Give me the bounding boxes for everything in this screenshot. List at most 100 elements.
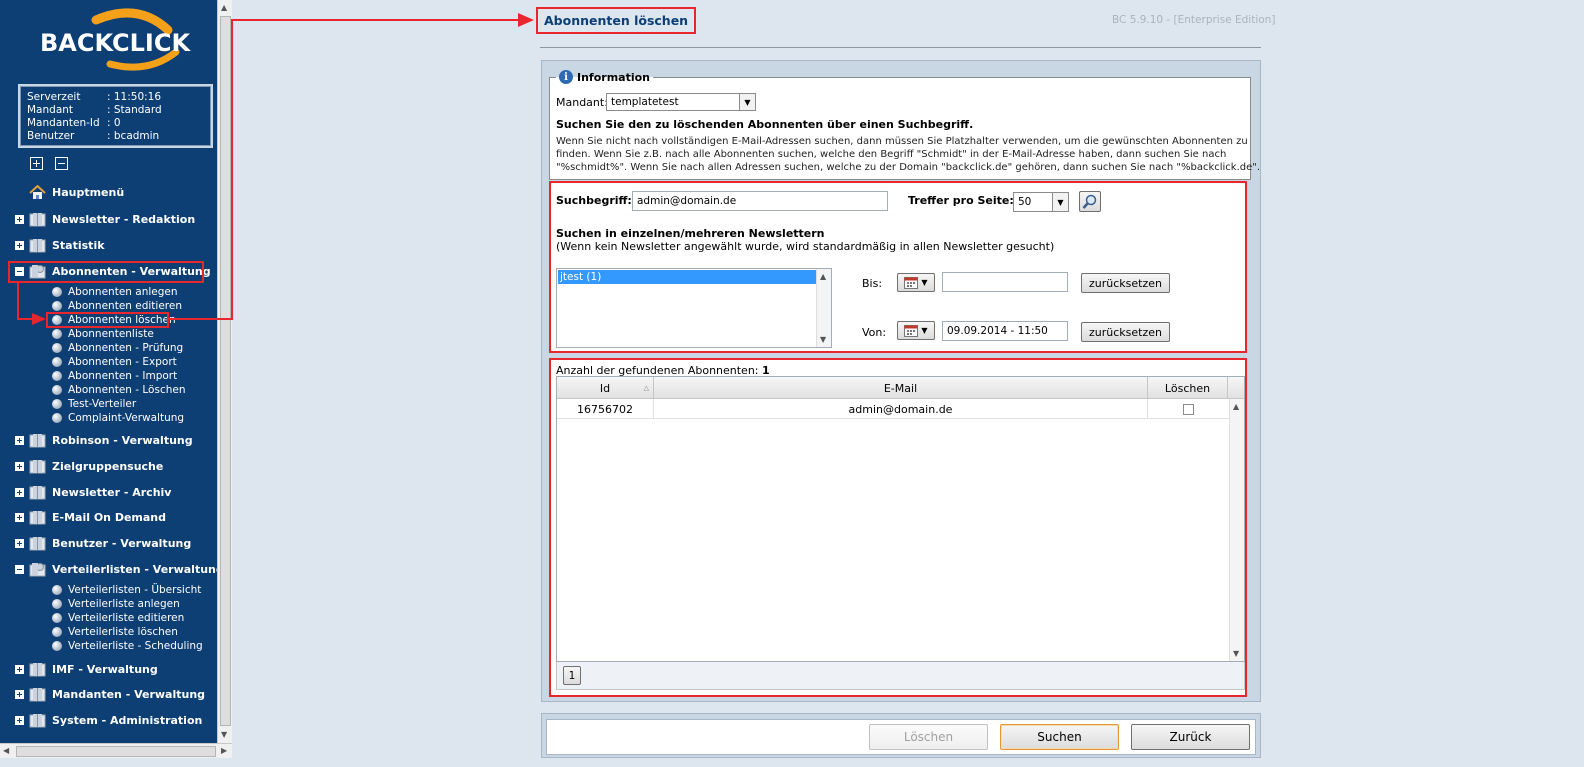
sidebar-horizontal-scrollbar[interactable]: ◀ ▶: [0, 743, 232, 758]
sub-abonnenten-anlegen[interactable]: Abonnenten anlegen: [52, 285, 178, 299]
suchbegriff-input[interactable]: admin@domain.de: [632, 191, 888, 211]
sub-verteilerlisten-uebersicht[interactable]: Verteilerlisten - Übersicht: [52, 583, 201, 597]
sub-verteilerliste-loeschen[interactable]: Verteilerliste löschen: [52, 625, 178, 639]
sub-abonnenten-loeschen-bulk[interactable]: Abonnenten - Löschen: [52, 383, 186, 397]
nav-benutzer-verwaltung[interactable]: Benutzer - Verwaltung: [0, 533, 217, 553]
expand-icon[interactable]: [15, 512, 24, 522]
chevron-down-icon: ▼: [921, 326, 928, 335]
nav-newsletter-redaktion[interactable]: Newsletter - Redaktion: [0, 209, 217, 229]
nav-system-administration[interactable]: System - Administration: [0, 710, 217, 730]
nav-imf-verwaltung[interactable]: IMF - Verwaltung: [0, 659, 217, 679]
highlight-sub-abonnenten-loeschen: [46, 312, 169, 328]
open-folder-icon: [29, 562, 46, 576]
table-row[interactable]: 16756702 admin@domain.de: [557, 399, 1229, 419]
cell-id: 16756702: [557, 399, 654, 419]
delete-checkbox[interactable]: [1183, 403, 1194, 415]
nav-hauptmenu[interactable]: Hauptmenü: [0, 182, 217, 202]
treffer-pro-seite-select[interactable]: 50 ▼: [1013, 192, 1069, 212]
scroll-up-icon[interactable]: ▲: [820, 272, 826, 281]
collapse-icon[interactable]: [15, 564, 24, 574]
column-header-id[interactable]: Id △: [557, 377, 654, 399]
sub-complaint-verwaltung[interactable]: Complaint-Verwaltung: [52, 411, 184, 425]
nav-robinson-verwaltung[interactable]: Robinson - Verwaltung: [0, 430, 217, 450]
chevron-down-icon: ▼: [921, 278, 928, 287]
expand-icon[interactable]: [15, 689, 24, 699]
von-label: Von:: [862, 326, 887, 339]
sub-abonnenten-editieren[interactable]: Abonnenten editieren: [52, 299, 182, 313]
search-icon-button[interactable]: [1079, 191, 1101, 212]
nav-mandanten-verwaltung[interactable]: Mandanten - Verwaltung: [0, 684, 217, 704]
info-row-benutzer: Benutzer: bcadmin: [27, 130, 160, 142]
scroll-down-icon[interactable]: ▼: [1233, 649, 1239, 658]
page-button-1[interactable]: 1: [563, 666, 581, 685]
scroll-right-icon[interactable]: ▶: [221, 746, 227, 755]
newsletter-list-item[interactable]: jtest (1): [558, 270, 816, 284]
title-divider: [540, 47, 1261, 48]
scrollbar-thumb[interactable]: [220, 16, 231, 726]
expand-all-icon[interactable]: [30, 157, 43, 170]
chevron-down-icon[interactable]: ▼: [739, 94, 755, 110]
expand-icon[interactable]: [15, 214, 24, 224]
bis-calendar-button[interactable]: ▼: [897, 273, 935, 292]
nav-statistik[interactable]: Statistik: [0, 235, 217, 255]
expand-icon[interactable]: [15, 715, 24, 725]
von-date-input[interactable]: 09.09.2014 - 11:50: [942, 321, 1068, 341]
chevron-down-icon[interactable]: ▼: [1052, 193, 1068, 211]
expand-icon[interactable]: [15, 461, 24, 471]
scroll-up-icon[interactable]: ▲: [221, 3, 227, 12]
scroll-left-icon[interactable]: ◀: [3, 746, 9, 755]
suchbegriff-label: Suchbegriff:: [556, 194, 632, 207]
von-reset-button[interactable]: zurücksetzen: [1081, 322, 1170, 342]
sub-verteilerliste-editieren[interactable]: Verteilerliste editieren: [52, 611, 184, 625]
expand-icon[interactable]: [15, 538, 24, 548]
expand-icon[interactable]: [15, 240, 24, 250]
sub-abonnenten-pruefung[interactable]: Abonnenten - Prüfung: [52, 341, 183, 355]
sub-abonnentenliste[interactable]: Abonnentenliste: [52, 327, 154, 341]
bis-date-input[interactable]: [942, 272, 1068, 292]
expand-icon[interactable]: [15, 664, 24, 674]
server-info-box: Serverzeit: 11:50:16 Mandant: Standard M…: [18, 84, 213, 148]
nav-verteilerlisten-verwaltung[interactable]: Verteilerlisten - Verwaltung: [0, 559, 217, 579]
bis-reset-button[interactable]: zurücksetzen: [1081, 273, 1170, 293]
sub-test-verteiler[interactable]: Test-Verteiler: [52, 397, 136, 411]
nav-email-on-demand[interactable]: E-Mail On Demand: [0, 507, 217, 527]
zurueck-button[interactable]: Zurück: [1131, 724, 1250, 750]
highlight-nav-abonnenten: [8, 261, 204, 283]
sub-verteilerliste-scheduling[interactable]: Verteilerliste - Scheduling: [52, 639, 203, 653]
bullet-icon: [52, 343, 62, 353]
info-row-mandant: Mandant: Standard: [27, 104, 162, 116]
scroll-down-icon[interactable]: ▼: [820, 335, 826, 344]
listbox-scrollbar[interactable]: ▲ ▼: [816, 269, 831, 347]
sort-asc-icon: △: [643, 384, 649, 392]
von-calendar-button[interactable]: ▼: [897, 321, 935, 340]
column-header-email[interactable]: E-Mail: [654, 377, 1148, 399]
information-heading: Suchen Sie den zu löschenden Abonnenten …: [556, 118, 974, 131]
bullet-icon: [52, 413, 62, 423]
bullet-icon: [52, 371, 62, 381]
nav-newsletter-archiv[interactable]: Newsletter - Archiv: [0, 482, 217, 502]
expand-icon[interactable]: [15, 487, 24, 497]
info-row-serverzeit: Serverzeit: 11:50:16: [27, 91, 162, 103]
folder-icon: [29, 433, 46, 447]
scroll-up-icon[interactable]: ▲: [1233, 402, 1239, 411]
sub-abonnenten-import[interactable]: Abonnenten - Import: [52, 369, 177, 383]
column-header-loeschen[interactable]: Löschen: [1148, 377, 1228, 399]
newsletter-listbox[interactable]: jtest (1) ▲ ▼: [556, 268, 832, 348]
suchen-button[interactable]: Suchen: [1000, 724, 1119, 750]
bullet-icon: [52, 585, 62, 595]
scroll-down-icon[interactable]: ▼: [221, 730, 227, 739]
mandant-select[interactable]: templatetest ▼: [606, 93, 756, 111]
expand-icon[interactable]: [15, 435, 24, 445]
sub-verteilerliste-anlegen[interactable]: Verteilerliste anlegen: [52, 597, 180, 611]
sidebar-vertical-scrollbar[interactable]: ▲ ▼: [217, 0, 232, 743]
collapse-all-icon[interactable]: [55, 157, 68, 170]
sub-abonnenten-export[interactable]: Abonnenten - Export: [52, 355, 177, 369]
scrollbar-thumb[interactable]: [16, 746, 216, 757]
grid-scrollbar[interactable]: ▲ ▼: [1229, 399, 1244, 661]
loeschen-button[interactable]: Löschen: [869, 724, 988, 750]
bullet-icon: [52, 641, 62, 651]
grid-header: Id △ E-Mail Löschen: [557, 377, 1244, 399]
nav-zielgruppensuche[interactable]: Zielgruppensuche: [0, 456, 217, 476]
bullet-icon: [52, 301, 62, 311]
treffer-pro-seite-label: Treffer pro Seite:: [908, 194, 1014, 207]
